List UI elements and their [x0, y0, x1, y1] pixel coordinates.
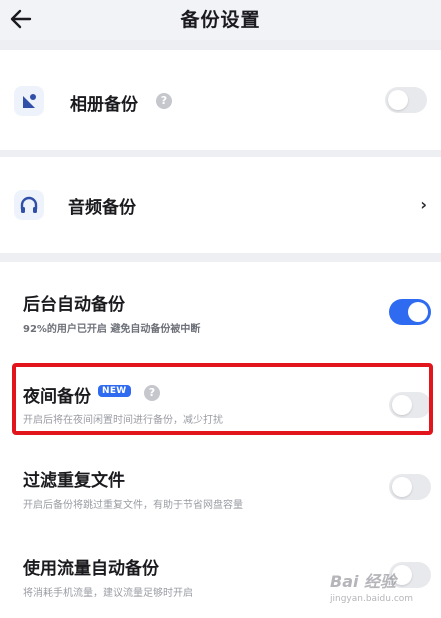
mobile-data-backup-desc: 将消耗手机流量，建议流量足够时开启 — [23, 588, 193, 599]
mobile-data-backup-label: 使用流量自动备份 — [23, 559, 159, 579]
audio-backup-row[interactable]: 音频备份 › — [0, 157, 441, 253]
album-backup-toggle[interactable] — [385, 87, 427, 113]
headphones-icon — [14, 190, 44, 220]
night-backup-row: 夜间备份 NEW ? 开启后将在夜间闲置时间进行备份，减少打扰 — [0, 370, 441, 440]
app-header: 备份设置 — [0, 0, 441, 40]
night-backup-label: 夜间备份 — [23, 387, 91, 407]
new-badge: NEW — [98, 385, 131, 397]
filter-duplicates-toggle[interactable] — [389, 474, 431, 500]
filter-duplicates-label: 过滤重复文件 — [23, 471, 125, 491]
background-auto-backup-desc: 92%的用户已开启 避免自动备份被中断 — [23, 324, 201, 335]
toggle-knob — [388, 90, 408, 110]
photo-album-icon — [14, 86, 44, 116]
night-backup-toggle[interactable] — [389, 392, 431, 418]
backup-settings-list: 后台自动备份 92%的用户已开启 避免自动备份被中断 夜间备份 NEW ? 开启… — [0, 262, 441, 618]
background-auto-backup-toggle[interactable] — [389, 299, 431, 325]
toggle-knob — [392, 565, 412, 585]
album-backup-row[interactable]: 相册备份 ? — [0, 50, 441, 150]
toggle-knob — [392, 477, 412, 497]
toggle-knob — [408, 302, 428, 322]
mobile-data-backup-row: 使用流量自动备份 将消耗手机流量，建议流量足够时开启 — [0, 540, 441, 610]
page-title: 备份设置 — [180, 9, 261, 31]
filter-duplicates-row: 过滤重复文件 开启后备份将跳过重复文件，有助于节省网盘容量 — [0, 452, 441, 522]
night-backup-desc: 开启后将在夜间闲置时间进行备份，减少打扰 — [23, 415, 223, 426]
filter-duplicates-desc: 开启后备份将跳过重复文件，有助于节省网盘容量 — [23, 500, 243, 511]
help-icon[interactable]: ? — [144, 385, 160, 401]
album-backup-label: 相册备份 — [70, 95, 138, 115]
audio-backup-label: 音频备份 — [68, 198, 136, 218]
background-auto-backup-label: 后台自动备份 — [23, 295, 125, 315]
background-auto-backup-row: 后台自动备份 92%的用户已开启 避免自动备份被中断 — [0, 262, 441, 354]
mobile-data-backup-toggle[interactable] — [389, 562, 431, 588]
chevron-right-icon: › — [420, 195, 427, 214]
toggle-knob — [392, 395, 412, 415]
help-icon[interactable]: ? — [156, 93, 172, 109]
